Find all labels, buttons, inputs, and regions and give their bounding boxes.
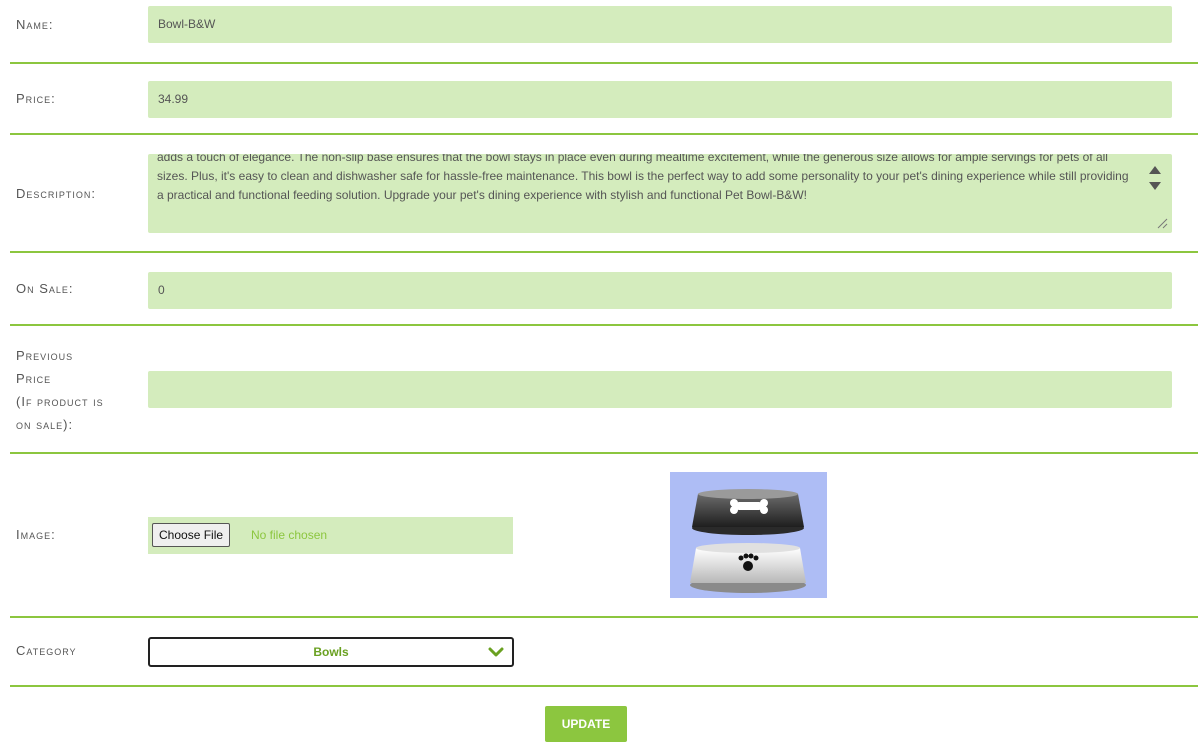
file-status-text: No file chosen: [251, 528, 328, 542]
description-text: adds a touch of elegance. The non-slip b…: [157, 154, 1129, 202]
chevron-down-icon: [488, 647, 504, 657]
divider: [10, 616, 1198, 618]
divider: [10, 133, 1198, 135]
update-button[interactable]: UPDATE: [545, 706, 627, 742]
previous-price-input[interactable]: [148, 371, 1172, 408]
category-label: Category: [16, 643, 77, 658]
divider: [10, 685, 1198, 687]
divider: [10, 251, 1198, 253]
previous-price-label-line: Price: [16, 371, 52, 386]
previous-price-label: Previous Price (If product is on sale):: [16, 344, 104, 436]
bowl-image: [690, 489, 806, 593]
resize-handle-icon[interactable]: [1156, 217, 1168, 229]
choose-file-button[interactable]: Choose File: [152, 523, 231, 547]
description-label: Description:: [16, 186, 97, 201]
name-input[interactable]: Bowl-B&W: [148, 6, 1172, 43]
file-input[interactable]: Choose File No file chosen: [148, 517, 513, 554]
on-sale-input[interactable]: 0: [148, 272, 1172, 309]
product-edit-form: Name: Bowl-B&W Price: 34.99 Description:…: [0, 0, 1198, 755]
previous-price-label-line: (If product is: [16, 394, 104, 409]
description-scrollbar[interactable]: [1140, 154, 1172, 233]
product-image-thumbnail: [670, 472, 827, 598]
image-label: Image:: [16, 527, 56, 542]
price-label: Price:: [16, 91, 56, 106]
description-textarea[interactable]: adds a touch of elegance. The non-slip b…: [148, 154, 1172, 233]
price-input[interactable]: 34.99: [148, 81, 1172, 118]
divider: [10, 324, 1198, 326]
scroll-down-icon[interactable]: [1149, 182, 1161, 190]
divider: [10, 62, 1198, 64]
divider: [10, 452, 1198, 454]
on-sale-label: On Sale:: [16, 281, 74, 296]
category-selected-value: Bowls: [313, 645, 349, 659]
category-select[interactable]: Bowls: [148, 637, 514, 667]
name-label: Name:: [16, 17, 54, 32]
scroll-up-icon[interactable]: [1149, 166, 1161, 174]
previous-price-label-line: on sale):: [16, 417, 74, 432]
previous-price-label-line: Previous: [16, 348, 74, 363]
